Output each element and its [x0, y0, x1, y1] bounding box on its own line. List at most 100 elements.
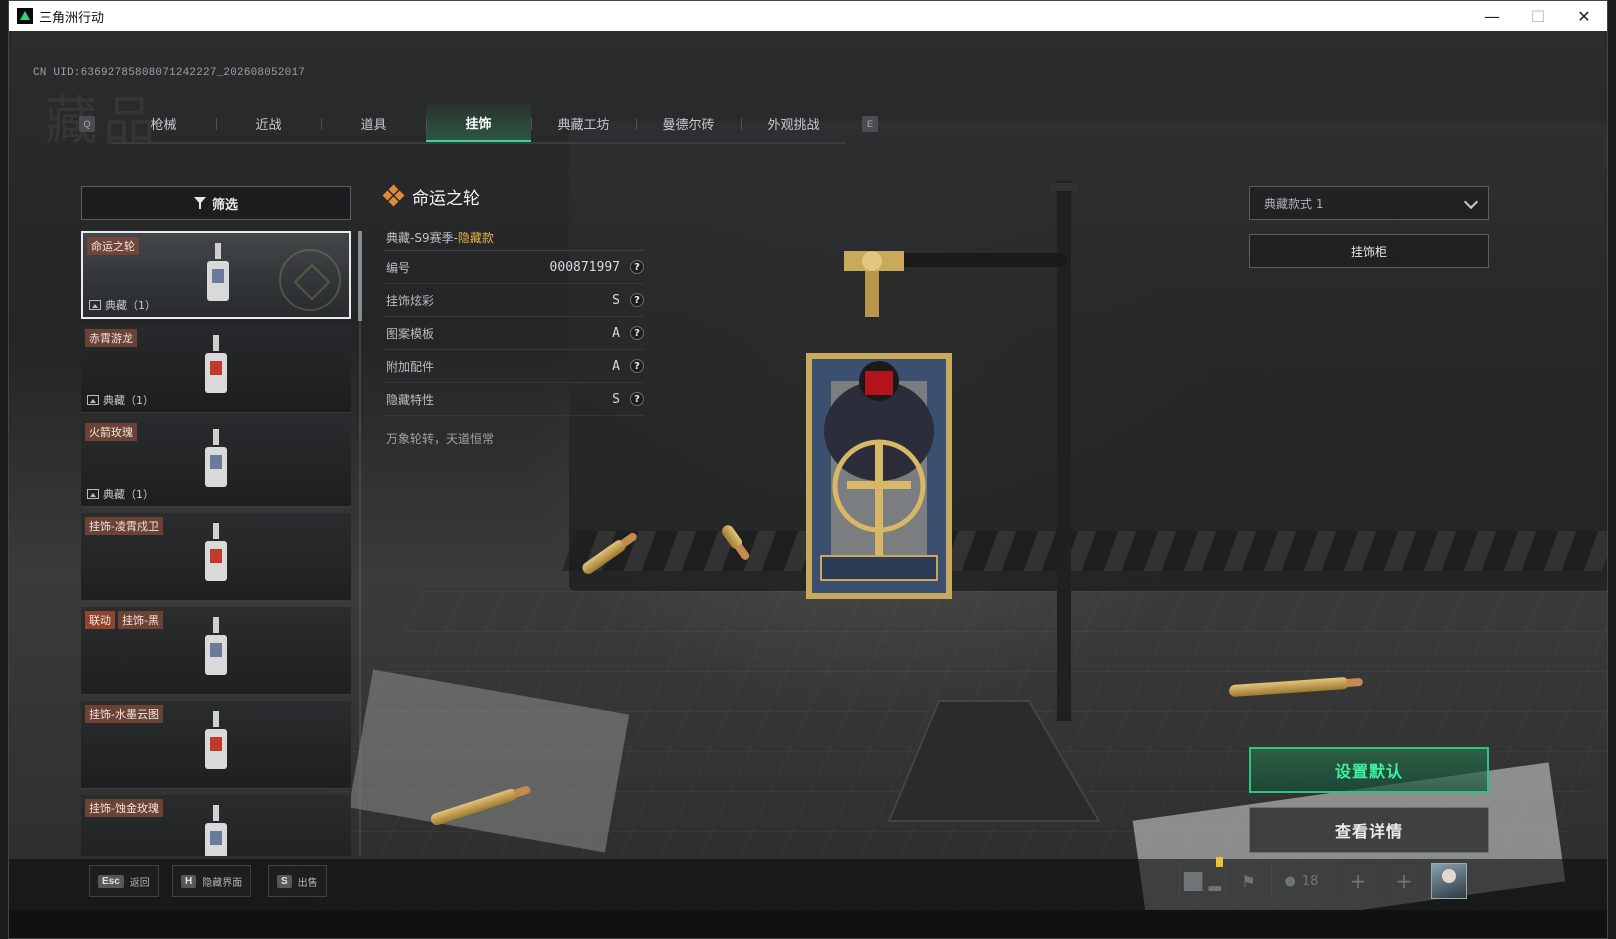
series-prefix: 典藏-S9赛季- [386, 231, 458, 245]
item-variant-label: 典藏（1） [103, 394, 154, 407]
help-icon[interactable]: ? [630, 260, 644, 274]
list-item[interactable]: 挂饰-蚀金玫瑰 [81, 795, 351, 856]
item-name-tag: 挂饰-蚀金玫瑰 [85, 799, 163, 817]
info-row-value: A [612, 358, 620, 374]
help-icon[interactable]: ? [630, 326, 644, 340]
filter-label: 筛选 [211, 197, 238, 213]
close-button[interactable]: ✕ [1561, 1, 1607, 31]
game-window: 三角洲行动 — ☐ ✕ [8, 0, 1608, 939]
list-item[interactable]: 挂饰-凌霄戍卫 [81, 513, 351, 601]
list-scrollbar[interactable] [359, 231, 361, 856]
item-variant-count: 典藏（1） [87, 486, 154, 502]
tab-5[interactable]: 典藏工坊 [531, 104, 636, 142]
charm-thumbnail-icon [207, 243, 229, 301]
player-avatar[interactable] [1431, 863, 1467, 899]
item-name-tag: 挂饰-黑 [118, 611, 163, 629]
tab-1[interactable]: 枪械 [111, 104, 216, 142]
tab-2[interactable]: 近战 [216, 104, 321, 142]
hotkey-3[interactable]: S 出售 [268, 865, 327, 897]
tab-strip: 枪械 近战 道具 挂饰 典藏工坊 曼德尔砖 外观挑战 [111, 104, 846, 144]
next-tab-key[interactable]: E [862, 116, 878, 132]
info-row-label: 编号 [386, 260, 411, 275]
list-item[interactable]: 挂饰-水墨云图 [81, 701, 351, 789]
keycap: Esc [98, 874, 124, 888]
item-name-tag: 火箭玫瑰 [85, 423, 137, 441]
game-viewport: CN UID:636927858080712422​27_20260805201… [9, 31, 1607, 910]
friends-button[interactable]: ● 18 [1271, 863, 1331, 899]
item-name-tag: 挂饰-凌霄戍卫 [85, 517, 163, 535]
category-tabs: Q 枪械 近战 道具 挂饰 典藏工坊 曼德尔砖 外观挑战 E [79, 104, 878, 144]
info-row: 隐藏特性 S? [384, 383, 644, 416]
image-icon [89, 300, 101, 310]
style-select-value: 典藏款式 1 [1264, 196, 1324, 211]
friends-count: 18 [1301, 873, 1319, 889]
charm-thumbnail-icon [205, 805, 227, 856]
info-row-value: S [612, 391, 620, 407]
funnel-icon [193, 197, 206, 209]
info-row: 挂饰炫彩 S? [384, 284, 644, 317]
style-select-dropdown[interactable]: 典藏款式 1 [1249, 186, 1489, 220]
series-line: 典藏-S9赛季- 隐藏款 [384, 225, 644, 251]
prev-tab-key[interactable]: Q [79, 116, 95, 132]
wheel-of-fate-charm-icon [806, 353, 952, 599]
view-details-button[interactable]: 查看详情 [1249, 807, 1489, 853]
list-item[interactable]: 命运之轮典藏（1） [81, 231, 351, 319]
info-row-label: 图案模板 [386, 326, 435, 341]
info-row: 图案模板 A? [384, 317, 644, 350]
hotkey-label: 出售 [297, 877, 318, 889]
item-name-tag: 命运之轮 [87, 237, 139, 255]
help-icon[interactable]: ? [630, 293, 644, 307]
charm-thumbnail-icon [205, 429, 227, 487]
tab-4[interactable]: 挂饰 [426, 104, 531, 142]
info-row-label: 挂饰炫彩 [386, 293, 435, 308]
item-variant-count: 典藏（1） [89, 297, 156, 313]
stats-icon[interactable]: █▌▂ [1179, 863, 1225, 899]
tab-7[interactable]: 外观挑战 [741, 104, 846, 142]
item-variant-count: 典藏（1） [87, 392, 154, 408]
series-hidden-label: 隐藏款 [457, 231, 494, 245]
window-title: 三角洲行动 [39, 9, 105, 25]
charm-motto: 万象轮转，天道恒常 [386, 432, 495, 446]
item-variant-label: 典藏（1） [103, 488, 154, 501]
hotkey-1[interactable]: Esc 返回 [89, 865, 159, 897]
tab-6[interactable]: 曼德尔砖 [636, 104, 741, 142]
set-default-button[interactable]: 设置默认 [1249, 747, 1489, 793]
list-item[interactable]: 联动 挂饰-黑 [81, 607, 351, 695]
hotkey-label: 返回 [129, 877, 150, 889]
info-row: 附加配件 A? [384, 350, 644, 383]
player-uid: CN UID:636927858080712422​27_20260805201… [33, 67, 306, 79]
image-icon [87, 489, 99, 499]
collection-emblem-icon [279, 249, 341, 311]
app-logo-icon [17, 8, 33, 24]
tab-3[interactable]: 道具 [321, 104, 426, 142]
charm-stand-display [806, 181, 1101, 822]
help-icon[interactable]: ? [630, 392, 644, 406]
charm-thumbnail-icon [205, 711, 227, 769]
flag-icon[interactable]: ⚑ [1225, 863, 1271, 899]
minimize-button[interactable]: — [1469, 1, 1515, 31]
filter-button[interactable]: 筛选 [81, 186, 351, 220]
hotkey-2[interactable]: H 隐藏界面 [172, 865, 252, 897]
chevron-down-icon [1463, 194, 1479, 210]
charm-thumbnail-icon [205, 617, 227, 675]
status-icons: █▌▂ ⚑ ● 18 + + [1179, 863, 1467, 899]
image-icon [87, 395, 99, 405]
add-slot-icon[interactable]: + [1339, 863, 1377, 899]
list-item[interactable]: 赤霄游龙 典藏（1） [81, 325, 351, 413]
charm-thumbnail-icon [205, 335, 227, 393]
charm-title: 命运之轮 [412, 188, 480, 209]
item-variant-label: 典藏（1） [105, 299, 156, 312]
item-name-tag: 挂饰-水墨云图 [85, 705, 163, 723]
info-row: 编号 000871997? [384, 251, 644, 284]
maximize-button[interactable]: ☐ [1515, 1, 1561, 31]
add-slot-icon[interactable]: + [1385, 863, 1423, 899]
list-item[interactable]: 火箭玫瑰典藏（1） [81, 419, 351, 507]
list-scrollbar-thumb[interactable] [358, 231, 362, 321]
charm-hanger-icon [844, 251, 904, 317]
hotkey-label: 隐藏界面 [202, 877, 243, 889]
charm-cabinet-button[interactable]: 挂饰柜 [1249, 234, 1489, 268]
help-icon[interactable]: ? [630, 359, 644, 373]
title-bar: 三角洲行动 — ☐ ✕ [9, 1, 1607, 31]
keycap: S [277, 874, 292, 888]
info-row-value: S [612, 292, 620, 308]
